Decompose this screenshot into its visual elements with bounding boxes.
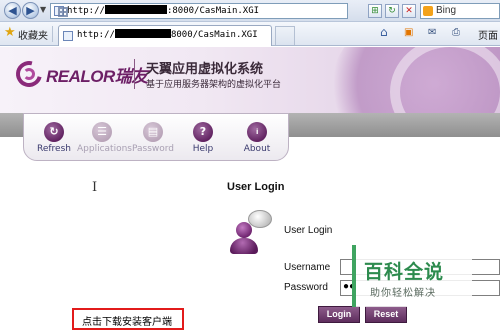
password-icon: ▤ <box>143 122 163 142</box>
user-login-icon <box>230 210 274 256</box>
applications-label: Applications <box>77 144 132 154</box>
refresh-page-icon: ↻ <box>388 6 396 16</box>
tab-suffix: 8000/CasMain.XGI <box>170 30 258 40</box>
stop-icon: ✕ <box>405 6 413 16</box>
login-title: User Login <box>227 181 285 193</box>
history-dropdown-icon[interactable]: ▼ <box>40 5 46 14</box>
mail-icon[interactable]: ✉ <box>428 27 436 38</box>
text-cursor-icon: I <box>92 180 98 195</box>
forward-arrow-icon: ▶ <box>26 4 35 17</box>
user-head-icon <box>236 222 252 238</box>
new-tab-button[interactable] <box>275 26 295 45</box>
download-client-link[interactable]: 点击下载安装客户端 <box>82 313 172 328</box>
search-input[interactable]: Bing <box>420 3 500 19</box>
reset-button[interactable]: Reset <box>365 306 407 323</box>
rss-feed-icon[interactable]: ▣ <box>404 27 413 38</box>
app-header: REALOR瑞友 天翼应用虚拟化系统 基于应用服务器架构的虚拟化平台 <box>0 47 500 113</box>
password-label: Password <box>131 144 175 154</box>
tab-prefix: http:// <box>77 30 115 40</box>
refresh-button[interactable]: ↻ Refresh <box>29 122 79 154</box>
watermark-bar <box>352 245 356 307</box>
download-highlight-box: 点击下载安装客户端 <box>72 308 184 330</box>
search-provider-text: Bing <box>436 5 457 16</box>
bing-icon <box>423 6 433 16</box>
password-label: Password <box>284 282 328 293</box>
watermark: 百科全说 助你轻松解决 <box>352 245 472 307</box>
help-icon: ? <box>193 122 213 142</box>
logo-divider <box>134 59 135 89</box>
favorites-star-icon[interactable]: ★ <box>4 25 16 40</box>
refresh-icon: ↻ <box>44 122 64 142</box>
print-icon[interactable]: ⎙ <box>452 27 460 38</box>
password-button[interactable]: ▤ Password <box>128 122 178 154</box>
home-icon[interactable]: ⌂ <box>380 25 388 39</box>
login-button[interactable]: Login <box>318 306 360 323</box>
tab-casmain[interactable]: http:// 8000/CasMain.XGI <box>58 25 272 46</box>
user-body-icon <box>230 238 258 254</box>
compatibility-icon: ⊞ <box>371 6 379 16</box>
applications-button[interactable]: ☰ Applications <box>77 122 132 154</box>
stop-button[interactable]: ✕ <box>402 4 416 18</box>
app-toolbar: ↻ Refresh ☰ Applications ▤ Password ? He… <box>23 113 289 161</box>
user-login-caption: User Login <box>284 225 333 236</box>
app-subtitle: 基于应用服务器架构的虚拟化平台 <box>146 80 282 90</box>
address-bar[interactable]: http:// :8000/CasMain.XGI <box>50 3 348 19</box>
page-menu[interactable]: 页面 <box>478 27 498 42</box>
address-prefix: http:// <box>67 6 105 16</box>
favorites-label[interactable]: 收藏夹 <box>18 27 48 42</box>
compatibility-button[interactable]: ⊞ <box>368 4 382 18</box>
tab-page-icon <box>63 31 73 41</box>
username-label: Username <box>284 262 331 273</box>
logo-text: REALOR瑞友 <box>46 67 148 86</box>
redacted-tab-host <box>114 29 171 38</box>
help-label: Help <box>192 144 214 154</box>
back-arrow-icon: ◀ <box>8 4 17 17</box>
about-button[interactable]: i About <box>232 122 282 154</box>
address-suffix: :8000/CasMain.XGI <box>166 6 260 16</box>
help-button[interactable]: ? Help <box>178 122 228 154</box>
watermark-title: 百科全说 <box>364 261 445 283</box>
about-icon: i <box>247 122 267 142</box>
favorites-divider <box>52 26 53 42</box>
forward-button[interactable]: ▶ <box>22 2 39 19</box>
about-label: About <box>243 144 271 154</box>
watermark-subtitle: 助你轻松解决 <box>370 288 436 299</box>
speech-bubble-icon <box>248 210 272 228</box>
realor-logo-inner-icon <box>23 68 35 80</box>
redacted-host <box>104 5 167 14</box>
back-button[interactable]: ◀ <box>4 2 21 19</box>
app-title: 天翼应用虚拟化系统 <box>146 62 264 77</box>
refresh-label: Refresh <box>37 144 71 154</box>
header-decoration-ring <box>390 47 500 113</box>
browser-nav-bar: ◀ ▶ ▼ http:// :8000/CasMain.XGI ⊞ ↻ ✕ Bin… <box>0 0 500 22</box>
refresh-page-button[interactable]: ↻ <box>385 4 399 18</box>
applications-icon: ☰ <box>92 122 112 142</box>
quick-tabs-icon[interactable] <box>58 7 68 17</box>
